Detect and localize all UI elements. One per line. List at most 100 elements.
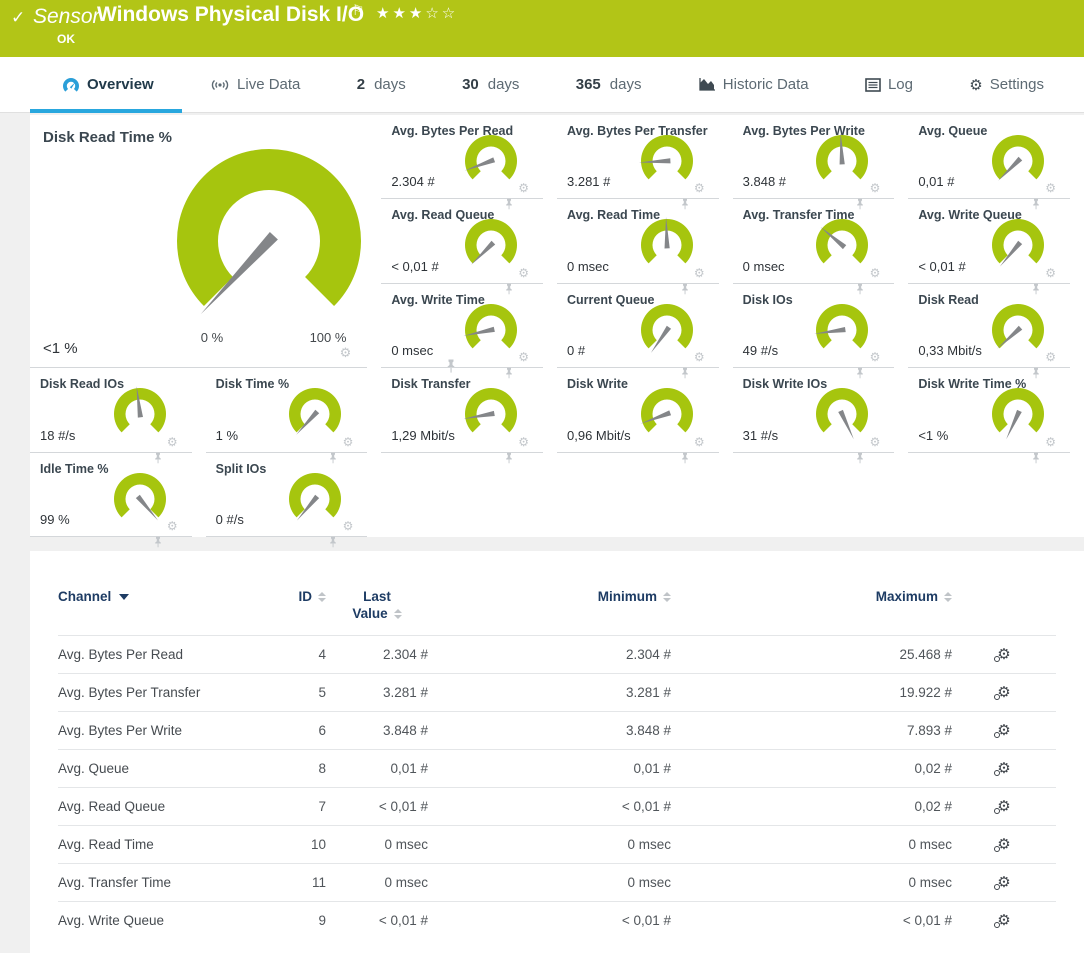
gauge-actions: ⚙ (1045, 351, 1056, 363)
gauge-dial (279, 469, 351, 531)
gauge-actions: ⚙ (870, 436, 881, 448)
tab-2-days[interactable]: 2days (357, 57, 406, 113)
cell-channel: Avg. Read Queue (58, 788, 278, 826)
gauges-panel: Disk Read Time % <1 % 0 % 100 % ⚙ Avg. B… (30, 115, 1084, 537)
tab-label: Live Data (237, 76, 300, 93)
gear-icon[interactable]: ⚙ (518, 436, 529, 448)
column-header-min[interactable]: Minimum (428, 585, 671, 636)
gauge-cell[interactable]: Disk Write IOs31 #/s⚙ (733, 368, 895, 452)
gauge-cell[interactable]: Disk IOs49 #/s⚙ (733, 284, 895, 368)
channel-row: Avg. Transfer Time110 msec0 msec0 msec⚙ (58, 864, 1056, 902)
gauge-actions: ⚙ (343, 436, 354, 448)
cell-min: 2.304 # (428, 636, 671, 674)
gear-icon[interactable]: ⚙ (870, 351, 881, 363)
gauge-value: < 0,01 # (918, 259, 965, 274)
channel-settings-gear-icon[interactable]: ⚙ (997, 837, 1010, 852)
gauge-cell[interactable]: Avg. Transfer Time0 msec⚙ (733, 199, 895, 283)
cell-id: 11 (278, 864, 326, 902)
gauge-dial (806, 131, 878, 193)
gear-icon[interactable]: ⚙ (167, 520, 178, 532)
gear-icon[interactable]: ⚙ (518, 351, 529, 363)
gear-icon[interactable]: ⚙ (518, 267, 529, 279)
cell-max: 25.468 # (671, 636, 952, 674)
gauge-cell[interactable]: Avg. Bytes Per Transfer3.281 #⚙ (557, 115, 719, 199)
gear-icon[interactable]: ⚙ (870, 182, 881, 194)
gauge-cell[interactable]: Idle Time %99 %⚙ (30, 453, 192, 537)
channel-settings-gear-icon[interactable]: ⚙ (997, 799, 1010, 814)
tab-overview[interactable]: Overview (62, 57, 154, 113)
channel-settings-gear-icon[interactable]: ⚙ (997, 875, 1010, 890)
channel-settings-gear-icon[interactable]: ⚙ (997, 913, 1010, 928)
tab-30-days[interactable]: 30days (462, 57, 519, 113)
tab-365-days[interactable]: 365days (576, 57, 642, 113)
pin-icon[interactable] (1032, 452, 1040, 464)
gear-icon[interactable]: ⚙ (167, 436, 178, 448)
channel-settings-gear-icon[interactable]: ⚙ (997, 685, 1010, 700)
tab-historic-data[interactable]: Historic Data (698, 57, 809, 113)
gauge-cell[interactable]: Disk Time %1 %⚙ (206, 368, 368, 452)
channel-row: Avg. Queue80,01 #0,01 #0,02 #⚙ (58, 750, 1056, 788)
gauge-cell[interactable]: Disk Transfer1,29 Mbit/s⚙ (381, 368, 543, 452)
column-header-max[interactable]: Maximum (671, 585, 952, 636)
gear-icon[interactable]: ⚙ (343, 436, 354, 448)
tab-settings[interactable]: ⚙Settings (969, 57, 1044, 113)
gauge-value: < 0,01 # (391, 259, 438, 274)
priority-stars[interactable]: ★★★☆☆ (376, 4, 458, 22)
gauge-cell[interactable]: Disk Read0,33 Mbit/s⚙ (908, 284, 1070, 368)
gauge-cell[interactable]: Avg. Queue0,01 #⚙ (908, 115, 1070, 199)
gear-icon[interactable]: ⚙ (1045, 436, 1056, 448)
tab-live-data[interactable]: Live Data (210, 57, 300, 113)
gear-icon[interactable]: ⚙ (694, 267, 705, 279)
channels-table-body: Avg. Bytes Per Read42.304 #2.304 #25.468… (58, 636, 1056, 940)
primary-gauge-cell[interactable]: Disk Read Time % <1 % 0 % 100 % ⚙ (30, 115, 367, 368)
cell-last: < 0,01 # (326, 788, 428, 826)
gear-icon[interactable]: ⚙ (1045, 267, 1056, 279)
gear-icon[interactable]: ⚙ (870, 436, 881, 448)
tab-label: days (488, 76, 520, 93)
gear-icon[interactable]: ⚙ (343, 520, 354, 532)
gauge-cell[interactable]: Avg. Read Queue< 0,01 #⚙ (381, 199, 543, 283)
gauge-cell[interactable]: Avg. Write Time0 msec⚙ (381, 284, 543, 368)
channel-row: Avg. Bytes Per Transfer53.281 #3.281 #19… (58, 674, 1056, 712)
gauge-cell[interactable]: Disk Read IOs18 #/s⚙ (30, 368, 192, 452)
channel-settings-gear-icon[interactable]: ⚙ (997, 723, 1010, 738)
gauge-dial (136, 129, 402, 341)
gear-icon[interactable]: ⚙ (340, 345, 352, 361)
channels-table: ChannelIDLastValueMinimumMaximum Avg. By… (58, 585, 1056, 939)
gauge-cell[interactable]: Avg. Bytes Per Read2.304 #⚙ (381, 115, 543, 199)
gauge-cell[interactable]: Avg. Write Queue< 0,01 #⚙ (908, 199, 1070, 283)
gear-icon[interactable]: ⚙ (694, 182, 705, 194)
gauge-cell[interactable]: Current Queue0 #⚙ (557, 284, 719, 368)
gauge-dial (279, 384, 351, 446)
gauge-dial (104, 469, 176, 531)
pin-icon[interactable] (681, 452, 689, 464)
cell-channel: Avg. Bytes Per Transfer (58, 674, 278, 712)
gauge-cell[interactable]: Disk Write0,96 Mbit/s⚙ (557, 368, 719, 452)
channel-settings-gear-icon[interactable]: ⚙ (997, 647, 1010, 662)
pin-icon[interactable] (329, 536, 337, 548)
column-header-last[interactable]: LastValue (326, 585, 428, 636)
column-header-channel[interactable]: Channel (58, 585, 278, 636)
sensor-type-label: Sensor (33, 5, 100, 29)
gear-icon[interactable]: ⚙ (1045, 351, 1056, 363)
flag-icon[interactable]: ⚐ (352, 2, 365, 19)
gear-icon[interactable]: ⚙ (518, 182, 529, 194)
gauge-cell[interactable]: Avg. Bytes Per Write3.848 #⚙ (733, 115, 895, 199)
gear-icon[interactable]: ⚙ (1045, 182, 1056, 194)
gear-icon[interactable]: ⚙ (694, 436, 705, 448)
channel-settings-gear-icon[interactable]: ⚙ (997, 761, 1010, 776)
gauge-actions: ⚙ (167, 520, 178, 532)
gauge-actions: ⚙ (1045, 182, 1056, 194)
gear-icon[interactable]: ⚙ (870, 267, 881, 279)
gear-icon[interactable]: ⚙ (694, 351, 705, 363)
cell-max: 0,02 # (671, 750, 952, 788)
pin-icon[interactable] (856, 452, 864, 464)
gauge-cell[interactable]: Split IOs0 #/s⚙ (206, 453, 368, 537)
column-header-id[interactable]: ID (278, 585, 326, 636)
pin-icon[interactable] (505, 452, 513, 464)
cell-channel: Avg. Queue (58, 750, 278, 788)
gauge-cell[interactable]: Avg. Read Time0 msec⚙ (557, 199, 719, 283)
tab-log[interactable]: Log (865, 57, 913, 113)
gauge-cell[interactable]: Disk Write Time %<1 %⚙ (908, 368, 1070, 452)
pin-icon[interactable] (154, 536, 162, 548)
